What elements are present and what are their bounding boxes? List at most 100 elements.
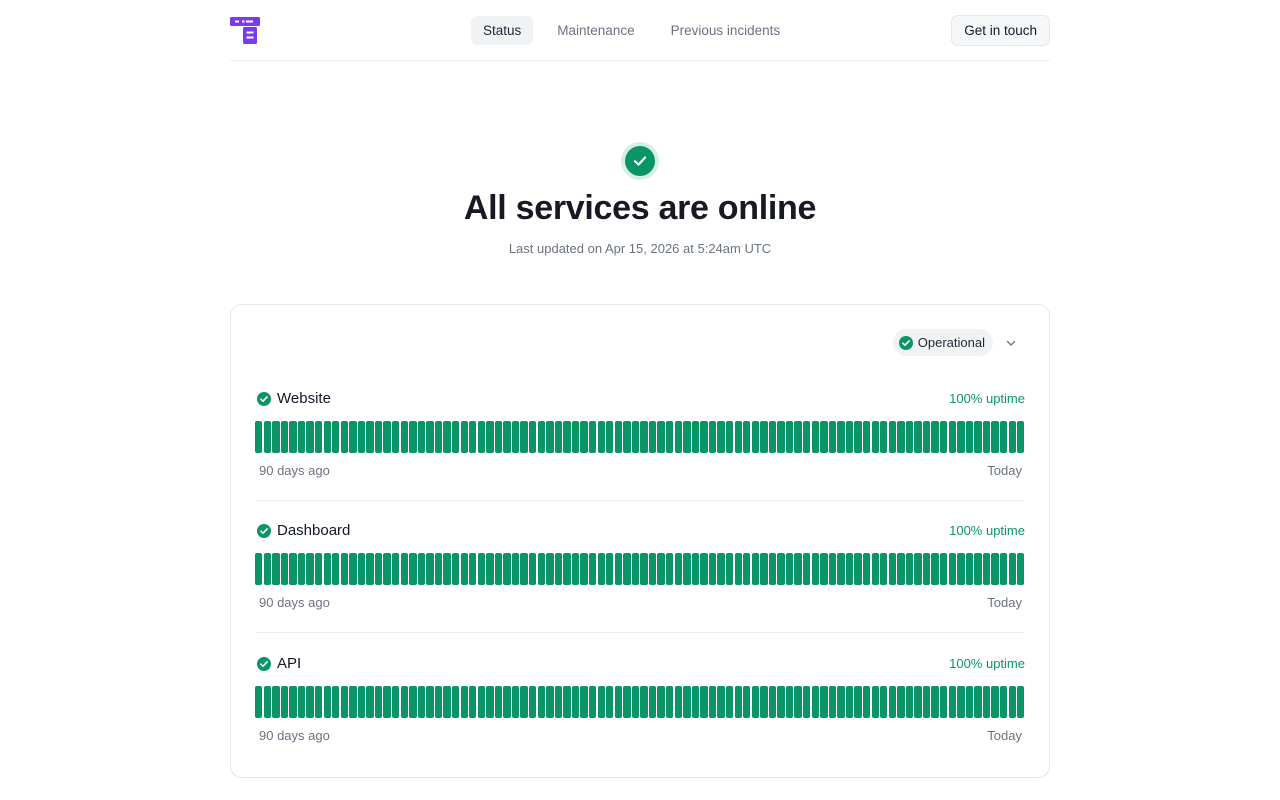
uptime-day-bar[interactable] bbox=[837, 686, 845, 718]
uptime-day-bar[interactable] bbox=[434, 421, 443, 453]
uptime-day-bar[interactable] bbox=[588, 686, 597, 718]
uptime-day-bar[interactable] bbox=[520, 686, 528, 718]
uptime-day-bar[interactable] bbox=[957, 421, 965, 453]
brand-logo[interactable] bbox=[230, 17, 260, 44]
status-filter-pill[interactable]: Operational bbox=[892, 329, 993, 356]
uptime-day-bar[interactable] bbox=[743, 686, 751, 718]
uptime-day-bar[interactable] bbox=[940, 553, 948, 585]
uptime-day-bar[interactable] bbox=[657, 553, 665, 585]
uptime-day-bar[interactable] bbox=[314, 553, 323, 585]
uptime-day-bar[interactable] bbox=[700, 553, 708, 585]
uptime-day-bar[interactable] bbox=[811, 686, 819, 718]
uptime-day-bar[interactable] bbox=[554, 421, 563, 453]
uptime-day-bar[interactable] bbox=[546, 553, 554, 585]
uptime-day-bar[interactable] bbox=[366, 421, 374, 453]
uptime-day-bar[interactable] bbox=[948, 421, 956, 453]
uptime-day-bar[interactable] bbox=[854, 686, 862, 718]
uptime-day-bar[interactable] bbox=[400, 421, 408, 453]
uptime-day-bar[interactable] bbox=[760, 421, 768, 453]
uptime-day-bar[interactable] bbox=[297, 686, 306, 718]
uptime-day-bar[interactable] bbox=[845, 686, 854, 718]
uptime-day-bar[interactable] bbox=[426, 553, 434, 585]
uptime-day-bar[interactable] bbox=[828, 686, 837, 718]
uptime-day-bar[interactable] bbox=[529, 686, 537, 718]
uptime-day-bar[interactable] bbox=[922, 553, 931, 585]
uptime-day-bar[interactable] bbox=[477, 553, 485, 585]
uptime-day-bar[interactable] bbox=[443, 421, 451, 453]
uptime-day-bar[interactable] bbox=[520, 553, 528, 585]
uptime-day-bar[interactable] bbox=[357, 686, 366, 718]
uptime-day-bar[interactable] bbox=[494, 553, 503, 585]
uptime-day-bar[interactable] bbox=[357, 553, 366, 585]
uptime-day-bar[interactable] bbox=[854, 421, 862, 453]
uptime-day-bar[interactable] bbox=[845, 553, 854, 585]
uptime-day-bar[interactable] bbox=[991, 553, 999, 585]
uptime-day-bar[interactable] bbox=[888, 686, 896, 718]
uptime-day-bar[interactable] bbox=[314, 421, 323, 453]
uptime-day-bar[interactable] bbox=[580, 421, 588, 453]
uptime-day-bar[interactable] bbox=[931, 421, 939, 453]
uptime-day-bar[interactable] bbox=[957, 686, 965, 718]
uptime-day-bar[interactable] bbox=[648, 553, 657, 585]
uptime-day-bar[interactable] bbox=[880, 686, 888, 718]
uptime-day-bar[interactable] bbox=[999, 553, 1008, 585]
uptime-day-bar[interactable] bbox=[794, 421, 802, 453]
uptime-day-bar[interactable] bbox=[434, 553, 443, 585]
uptime-day-bar[interactable] bbox=[340, 421, 348, 453]
uptime-day-bar[interactable] bbox=[743, 421, 751, 453]
uptime-day-bar[interactable] bbox=[631, 421, 640, 453]
uptime-day-bar[interactable] bbox=[374, 686, 383, 718]
uptime-day-bar[interactable] bbox=[674, 553, 682, 585]
uptime-day-bar[interactable] bbox=[888, 421, 896, 453]
uptime-day-bar[interactable] bbox=[451, 553, 460, 585]
uptime-day-bar[interactable] bbox=[606, 553, 614, 585]
uptime-day-bar[interactable] bbox=[289, 686, 297, 718]
uptime-day-bar[interactable] bbox=[349, 553, 357, 585]
uptime-day-bar[interactable] bbox=[657, 686, 665, 718]
uptime-day-bar[interactable] bbox=[263, 553, 271, 585]
uptime-day-bar[interactable] bbox=[392, 421, 400, 453]
uptime-day-bar[interactable] bbox=[708, 686, 717, 718]
uptime-day-bar[interactable] bbox=[606, 421, 614, 453]
uptime-day-bar[interactable] bbox=[777, 421, 785, 453]
uptime-day-bar[interactable] bbox=[751, 686, 759, 718]
uptime-day-bar[interactable] bbox=[743, 553, 751, 585]
uptime-day-bar[interactable] bbox=[948, 553, 956, 585]
uptime-day-bar[interactable] bbox=[725, 686, 734, 718]
uptime-day-bar[interactable] bbox=[323, 553, 331, 585]
uptime-day-bar[interactable] bbox=[657, 421, 665, 453]
uptime-day-bar[interactable] bbox=[392, 686, 400, 718]
uptime-day-bar[interactable] bbox=[366, 553, 374, 585]
uptime-day-bar[interactable] bbox=[905, 686, 914, 718]
uptime-day-bar[interactable] bbox=[871, 686, 879, 718]
uptime-day-bar[interactable] bbox=[734, 421, 742, 453]
uptime-day-bar[interactable] bbox=[897, 421, 905, 453]
uptime-day-bar[interactable] bbox=[683, 686, 691, 718]
uptime-day-bar[interactable] bbox=[443, 686, 451, 718]
uptime-day-bar[interactable] bbox=[922, 686, 931, 718]
uptime-day-bar[interactable] bbox=[1008, 686, 1016, 718]
uptime-day-bar[interactable] bbox=[811, 421, 819, 453]
uptime-day-bar[interactable] bbox=[614, 553, 622, 585]
uptime-day-bar[interactable] bbox=[931, 686, 939, 718]
uptime-day-bar[interactable] bbox=[880, 421, 888, 453]
uptime-day-bar[interactable] bbox=[708, 421, 717, 453]
uptime-day-bar[interactable] bbox=[400, 553, 408, 585]
uptime-day-bar[interactable] bbox=[991, 421, 999, 453]
uptime-day-bar[interactable] bbox=[931, 553, 939, 585]
uptime-day-bar[interactable] bbox=[1008, 421, 1016, 453]
uptime-day-bar[interactable] bbox=[957, 553, 965, 585]
uptime-day-bar[interactable] bbox=[614, 421, 622, 453]
uptime-day-bar[interactable] bbox=[520, 421, 528, 453]
uptime-day-bar[interactable] bbox=[451, 421, 460, 453]
uptime-day-bar[interactable] bbox=[674, 686, 682, 718]
uptime-day-bar[interactable] bbox=[255, 421, 263, 453]
uptime-day-bar[interactable] bbox=[862, 421, 871, 453]
uptime-day-bar[interactable] bbox=[1008, 553, 1016, 585]
uptime-day-bar[interactable] bbox=[768, 553, 777, 585]
uptime-day-bar[interactable] bbox=[1017, 421, 1025, 453]
uptime-day-bar[interactable] bbox=[871, 421, 879, 453]
uptime-day-bar[interactable] bbox=[666, 553, 674, 585]
uptime-day-bar[interactable] bbox=[571, 553, 580, 585]
uptime-day-bar[interactable] bbox=[631, 686, 640, 718]
